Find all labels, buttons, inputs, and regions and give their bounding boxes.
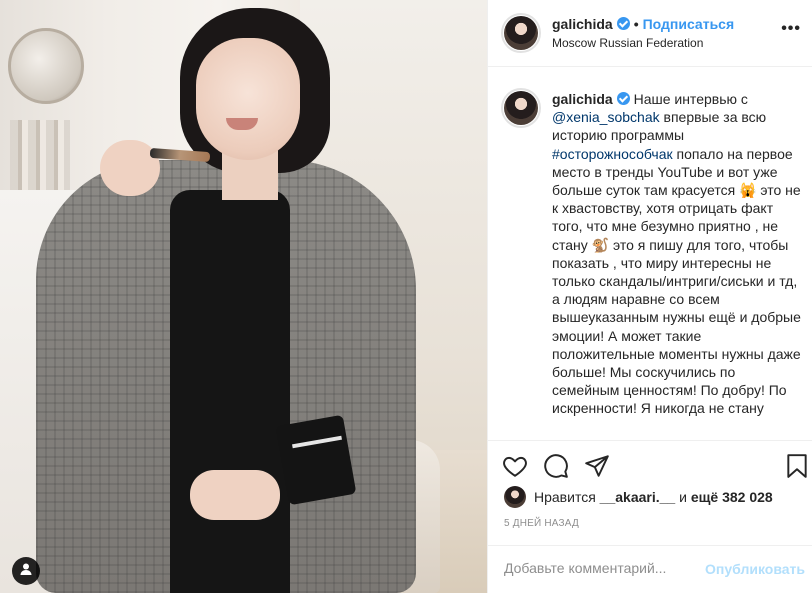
like-button[interactable] bbox=[502, 453, 530, 481]
comment-input[interactable] bbox=[504, 560, 724, 576]
photo-mirror bbox=[8, 28, 84, 104]
likes-middle: и bbox=[675, 489, 691, 505]
verified-badge-icon bbox=[616, 92, 630, 105]
avatar[interactable] bbox=[504, 486, 526, 508]
comment-icon bbox=[543, 454, 569, 483]
share-button[interactable] bbox=[584, 453, 612, 481]
avatar[interactable] bbox=[504, 16, 538, 50]
likes-prefix: Нравится bbox=[534, 489, 600, 505]
location-link[interactable]: Moscow Russian Federation bbox=[552, 36, 703, 50]
separator-dot: • bbox=[633, 16, 639, 32]
post-side-panel: galichida • Подписаться Moscow Russian Fed… bbox=[487, 0, 812, 593]
likes-row: Нравится __akaari.__ и ещё 382 028 bbox=[488, 482, 812, 512]
username-link[interactable]: galichida bbox=[552, 16, 613, 32]
follow-button[interactable]: Подписаться bbox=[643, 16, 735, 32]
post-header: galichida • Подписаться Moscow Russian Fed… bbox=[488, 0, 812, 67]
photo-hand bbox=[190, 470, 280, 520]
hashtag-link[interactable]: #осторожнособчак bbox=[552, 146, 673, 162]
post-caption: galichida Наше интервью с @xenia_sobchak… bbox=[552, 90, 804, 418]
caption-username[interactable]: galichida bbox=[552, 91, 613, 107]
photo-cuff bbox=[275, 414, 357, 506]
caption-text: Наше интервью с bbox=[633, 91, 748, 107]
heart-icon bbox=[502, 456, 528, 483]
bookmark-icon bbox=[784, 454, 810, 483]
photo-bottles bbox=[10, 120, 70, 190]
more-options-icon[interactable]: ••• bbox=[781, 20, 801, 38]
post-photo[interactable] bbox=[0, 0, 487, 593]
publish-button[interactable]: Опубликовать bbox=[705, 561, 805, 577]
user-icon bbox=[19, 562, 33, 581]
mention-link[interactable]: @xenia_sobchak bbox=[552, 109, 660, 125]
photo-black-top bbox=[170, 190, 290, 593]
likes-count[interactable]: ещё 382 028 bbox=[691, 489, 773, 505]
photo-face bbox=[196, 38, 300, 160]
caption-text: попало на первое место в тренды YouTube … bbox=[552, 145, 801, 417]
save-button[interactable] bbox=[784, 453, 812, 481]
avatar[interactable] bbox=[504, 91, 538, 125]
post-timestamp[interactable]: 5 ДНЕЙ НАЗАД bbox=[504, 518, 579, 529]
liker-username[interactable]: __akaari.__ bbox=[600, 489, 676, 505]
verified-badge-icon bbox=[616, 17, 630, 30]
comments-section[interactable]: galichida Наше интервью с @xenia_sobchak… bbox=[488, 68, 812, 440]
header-user-line: galichida • Подписаться bbox=[552, 16, 734, 32]
share-icon bbox=[584, 455, 610, 483]
add-comment-bar: Опубликовать bbox=[488, 545, 812, 593]
comment-button[interactable] bbox=[543, 453, 571, 481]
likes-text[interactable]: Нравится __akaari.__ и ещё 382 028 bbox=[534, 489, 773, 505]
user-tags-button[interactable] bbox=[12, 557, 40, 585]
